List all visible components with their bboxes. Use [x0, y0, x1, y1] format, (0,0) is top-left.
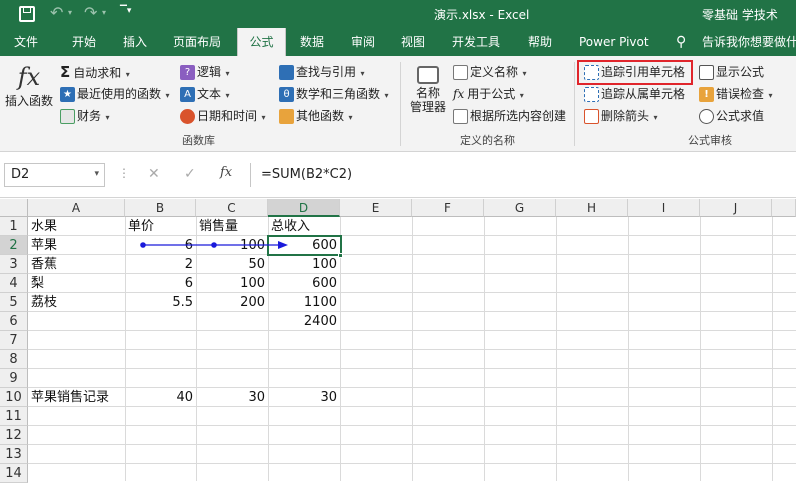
more-functions-icon: [279, 109, 294, 124]
formula-input[interactable]: =SUM(B2*C2): [250, 163, 796, 187]
chevron-down-icon: ▾: [259, 113, 266, 122]
name-box[interactable]: D2 ▾: [4, 163, 105, 187]
chevron-down-icon: ▾: [123, 70, 130, 79]
logical-icon: ?: [180, 65, 195, 80]
remove-arrows-icon: [584, 109, 599, 124]
logical-button[interactable]: ? 逻辑 ▾: [180, 62, 230, 82]
chevron-down-icon: ▾: [520, 69, 527, 78]
undo-icon[interactable]: ↶: [50, 3, 63, 22]
tab-help[interactable]: 帮助: [528, 28, 552, 56]
window-title: 演示.xlsx - Excel: [434, 8, 530, 22]
create-from-selection-button[interactable]: 根据所选内容创建: [453, 106, 566, 126]
evaluate-formula-icon: [699, 109, 714, 124]
show-formulas-icon: [699, 65, 714, 80]
chevron-down-icon: ▾: [382, 91, 389, 100]
fx-icon: fx: [17, 63, 41, 91]
text-button[interactable]: A 文本 ▾: [180, 84, 230, 104]
save-icon[interactable]: [19, 6, 35, 22]
insert-function-button[interactable]: fx 插入函数: [4, 62, 54, 122]
tab-review[interactable]: 审阅: [351, 28, 375, 56]
financial-button[interactable]: 财务 ▾: [60, 106, 110, 126]
chevron-down-icon: ▾: [358, 69, 365, 78]
enter-icon[interactable]: ✓: [184, 166, 196, 182]
name-manager-button[interactable]: 名称 管理器: [406, 66, 450, 126]
insert-function-icon[interactable]: fx: [220, 165, 232, 180]
tab-view[interactable]: 视图: [401, 28, 425, 56]
chevron-down-icon[interactable]: ▾: [94, 169, 99, 179]
name-manager-icon: [417, 66, 439, 84]
financial-icon: [60, 109, 75, 124]
lightbulb-icon[interactable]: ⚲: [676, 28, 686, 56]
chevron-down-icon: ▾: [163, 91, 170, 100]
user-name[interactable]: 零基础 学技术: [702, 6, 778, 23]
evaluate-formula-button[interactable]: 公式求值: [699, 106, 764, 126]
tab-file[interactable]: 文件: [14, 28, 38, 56]
define-name-button[interactable]: 定义名称 ▾: [453, 62, 527, 82]
group-separator: [574, 62, 575, 146]
chevron-down-icon: ▾: [223, 91, 230, 100]
lookup-icon: [279, 65, 294, 80]
use-in-formula-button[interactable]: fx 用于公式 ▾: [453, 84, 524, 104]
trace-dependents-button[interactable]: 追踪从属单元格: [584, 84, 685, 104]
tab-data[interactable]: 数据: [300, 28, 324, 56]
trace-precedents-arrow: [140, 241, 288, 249]
trace-precedents-button[interactable]: 追踪引用单元格: [584, 62, 685, 82]
tab-power-pivot[interactable]: Power Pivot: [579, 28, 649, 56]
group-label-defined-names: 定义的名称: [460, 134, 515, 147]
autosum-button[interactable]: Σ 自动求和 ▾: [60, 62, 130, 82]
ribbon-tabs: 文件 开始 插入 页面布局 公式 数据 审阅 视图 开发工具 帮助 Power …: [0, 28, 796, 56]
group-separator: [400, 62, 401, 146]
lookup-button[interactable]: 查找与引用 ▾: [279, 62, 365, 82]
tell-me-search[interactable]: 告诉我你想要做什: [702, 28, 796, 56]
other-functions-button[interactable]: 其他函数 ▾: [279, 106, 353, 126]
formula-bar-handle-icon[interactable]: ⋮: [118, 166, 130, 180]
tab-insert[interactable]: 插入: [123, 28, 147, 56]
tab-home[interactable]: 开始: [72, 28, 96, 56]
trace-precedents-icon: [584, 65, 599, 80]
datetime-button[interactable]: 日期和时间 ▾: [180, 106, 266, 126]
chevron-down-icon: ▾: [766, 91, 773, 100]
title-bar: ↶ ▾ ↷ ▾ ▔▾ 演示.xlsx - Excel 零基础 学技术: [0, 0, 796, 28]
group-label-function-library: 函数库: [182, 134, 215, 147]
tab-developer[interactable]: 开发工具: [452, 28, 500, 56]
spreadsheet-grid[interactable]: A B C D E F G H I J 1 2 3 4 5 6 7 8 9 10…: [0, 199, 796, 483]
math-button[interactable]: θ 数学和三角函数 ▾: [279, 84, 389, 104]
fx-small-icon: fx: [453, 87, 465, 101]
redo-dropdown-icon[interactable]: ▾: [102, 8, 106, 17]
remove-arrows-button[interactable]: 删除箭头 ▾: [584, 106, 658, 126]
group-label-formula-auditing: 公式审核: [688, 134, 732, 147]
sigma-icon: Σ: [60, 63, 71, 81]
tag-icon: [453, 65, 468, 80]
recent-functions-button[interactable]: ★ 最近使用的函数 ▾: [60, 84, 170, 104]
clock-icon: [180, 109, 195, 124]
chevron-down-icon: ▾: [517, 91, 524, 100]
ribbon-formulas: fx 插入函数 Σ 自动求和 ▾ ★ 最近使用的函数 ▾ 财务 ▾ ? 逻辑 ▾ A文…: [0, 56, 796, 152]
chevron-down-icon: ▾: [651, 113, 658, 122]
formula-bar: D2 ▾ ⋮ ✕ ✓ fx =SUM(B2*C2): [0, 152, 796, 198]
chevron-down-icon: ▾: [346, 113, 353, 122]
tab-page-layout[interactable]: 页面布局: [173, 28, 221, 56]
chevron-down-icon: ▾: [103, 113, 110, 122]
chevron-down-icon: ▾: [223, 69, 230, 78]
create-from-selection-icon: [453, 109, 468, 124]
warning-icon: !: [699, 87, 714, 102]
star-icon: ★: [60, 87, 75, 102]
undo-dropdown-icon[interactable]: ▾: [68, 8, 72, 17]
math-icon: θ: [279, 87, 294, 102]
redo-icon[interactable]: ↷: [84, 3, 97, 22]
error-checking-button[interactable]: ! 错误检查 ▾: [699, 84, 773, 104]
trace-dependents-icon: [584, 87, 599, 102]
show-formulas-button[interactable]: 显示公式: [699, 62, 764, 82]
tab-formulas[interactable]: 公式: [237, 28, 286, 56]
customize-qat-icon[interactable]: ▔▾: [120, 6, 131, 16]
cancel-icon[interactable]: ✕: [148, 166, 160, 182]
text-icon: A: [180, 87, 195, 102]
